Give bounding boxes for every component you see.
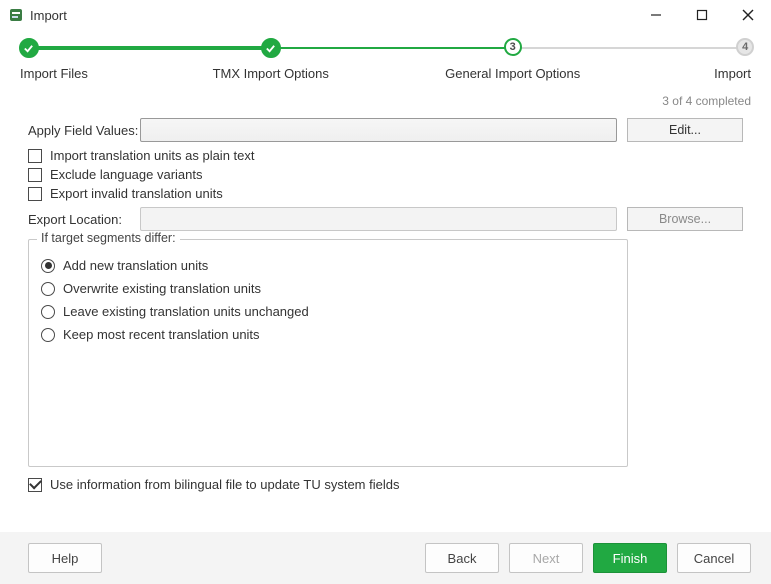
radio-keep-recent[interactable]: Keep most recent translation units bbox=[41, 327, 615, 342]
radio-icon bbox=[41, 305, 55, 319]
radio-label: Overwrite existing translation units bbox=[63, 281, 261, 296]
group-title: If target segments differ: bbox=[37, 231, 180, 245]
step-label-3: General Import Options bbox=[445, 66, 580, 81]
checkbox-icon bbox=[28, 187, 42, 201]
wizard-stepper: 3 4 bbox=[20, 38, 751, 64]
checkbox-icon bbox=[28, 168, 42, 182]
minimize-button[interactable] bbox=[633, 0, 679, 30]
radio-overwrite[interactable]: Overwrite existing translation units bbox=[41, 281, 615, 296]
checkbox-icon bbox=[28, 478, 42, 492]
radio-leave-unchanged[interactable]: Leave existing translation units unchang… bbox=[41, 304, 615, 319]
cancel-button[interactable]: Cancel bbox=[677, 543, 751, 573]
close-button[interactable] bbox=[725, 0, 771, 30]
progress-text: 3 of 4 completed bbox=[0, 94, 751, 108]
step-node-2 bbox=[261, 38, 281, 58]
checkbox-icon bbox=[28, 149, 42, 163]
next-button[interactable]: Next bbox=[509, 543, 583, 573]
step-node-4: 4 bbox=[736, 38, 754, 56]
help-button[interactable]: Help bbox=[28, 543, 102, 573]
checkbox-plain-text[interactable]: Import translation units as plain text bbox=[28, 148, 743, 163]
checkbox-label: Import translation units as plain text bbox=[50, 148, 255, 163]
radio-add-new[interactable]: Add new translation units bbox=[41, 258, 615, 273]
step-label-4: Import bbox=[714, 66, 751, 81]
checkbox-exclude-variants[interactable]: Exclude language variants bbox=[28, 167, 743, 182]
step-node-3: 3 bbox=[504, 38, 522, 56]
radio-icon bbox=[41, 282, 55, 296]
radio-label: Keep most recent translation units bbox=[63, 327, 260, 342]
checkbox-label: Use information from bilingual file to u… bbox=[50, 477, 399, 492]
radio-label: Add new translation units bbox=[63, 258, 208, 273]
radio-icon bbox=[41, 328, 55, 342]
stepper-labels: Import Files TMX Import Options General … bbox=[20, 66, 751, 88]
dialog-footer: Help Back Next Finish Cancel bbox=[0, 532, 771, 584]
radio-icon bbox=[41, 259, 55, 273]
radio-label: Leave existing translation units unchang… bbox=[63, 304, 309, 319]
checkbox-label: Exclude language variants bbox=[50, 167, 203, 182]
maximize-button[interactable] bbox=[679, 0, 725, 30]
window-titlebar: Import bbox=[0, 0, 771, 30]
checkbox-use-bilingual[interactable]: Use information from bilingual file to u… bbox=[28, 477, 743, 492]
back-button[interactable]: Back bbox=[425, 543, 499, 573]
step-label-1: Import Files bbox=[20, 66, 88, 81]
edit-button[interactable]: Edit... bbox=[627, 118, 743, 142]
apply-field-values-label: Apply Field Values: bbox=[28, 123, 140, 138]
checkbox-export-invalid[interactable]: Export invalid translation units bbox=[28, 186, 743, 201]
step-node-1 bbox=[19, 38, 39, 58]
app-icon bbox=[8, 7, 24, 23]
export-location-label: Export Location: bbox=[28, 212, 140, 227]
export-location-input bbox=[140, 207, 617, 231]
apply-field-values-input[interactable] bbox=[140, 118, 617, 142]
browse-button[interactable]: Browse... bbox=[627, 207, 743, 231]
step-label-2: TMX Import Options bbox=[213, 66, 329, 81]
target-segments-group: If target segments differ: Add new trans… bbox=[28, 239, 628, 467]
finish-button[interactable]: Finish bbox=[593, 543, 667, 573]
window-title: Import bbox=[30, 8, 633, 23]
checkbox-label: Export invalid translation units bbox=[50, 186, 223, 201]
